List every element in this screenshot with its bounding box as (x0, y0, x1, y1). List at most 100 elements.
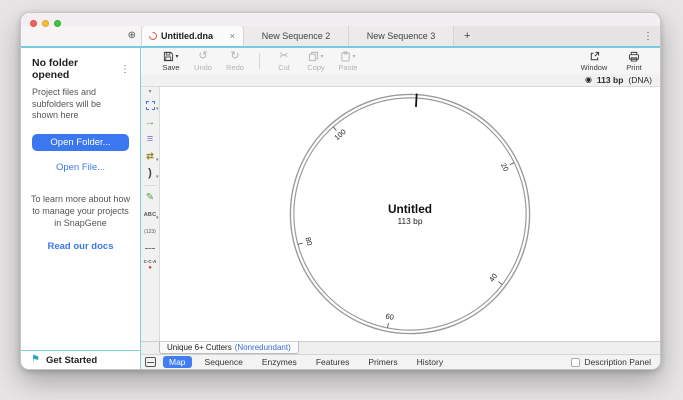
plasmid-map-canvas[interactable]: 20 40 60 80 100 Untitled 113 bp (160, 87, 660, 341)
document-tab-bar: ⊕ Untitled.dna × New Sequence 2 New Sequ… (21, 26, 660, 46)
map-options-icon[interactable]: ◉ (585, 76, 592, 84)
tab-overflow-menu-icon[interactable]: ⋮ (636, 26, 660, 46)
edit-tool-button[interactable]: ✎ (142, 190, 159, 205)
new-tab-button[interactable]: + (454, 26, 480, 46)
printer-icon (628, 51, 640, 63)
tab-new-sequence-2[interactable]: New Sequence 2 (244, 26, 349, 46)
dashed-line-tool-button[interactable] (142, 241, 159, 256)
flag-icon: ⚑ (31, 354, 40, 365)
trna-icon: C·C·A ● (143, 259, 157, 271)
svg-text:80: 80 (304, 236, 315, 246)
tab-untitled-dna[interactable]: Untitled.dna × (141, 26, 244, 46)
side-panel-toggle-icon[interactable] (145, 357, 156, 367)
close-tab-icon[interactable]: × (229, 31, 236, 41)
open-file-link[interactable]: Open File... (21, 162, 140, 173)
description-panel-label: Description Panel (584, 357, 651, 367)
svg-text:Untitled: Untitled (388, 202, 432, 216)
titlebar[interactable] (21, 13, 660, 27)
svg-text:113 bp: 113 bp (397, 216, 422, 226)
map-tool-strip: ▾ ▾ → ≡ ⇄ ▾ ) ▾ ✎ ABC ▾ (123) C·C·A ● (141, 87, 160, 341)
add-feature-tool-button[interactable]: → (142, 115, 159, 130)
tab-enzymes[interactable]: Enzymes (256, 356, 303, 368)
sidebar-intro-text: Project files and subfolders will be sho… (32, 87, 102, 121)
sidebar-menu-icon[interactable]: ⋮ (118, 64, 132, 75)
toolbar-separator (259, 53, 260, 69)
pencil-icon: ✎ (145, 191, 155, 203)
dashed-line-icon (145, 248, 155, 249)
traffic-lights (30, 20, 61, 27)
minimize-window-button[interactable] (42, 20, 49, 27)
sequence-type: (DNA) (628, 75, 652, 85)
redo-button[interactable]: ↻ Redo (219, 51, 251, 72)
scissors-icon: ✂ (279, 50, 289, 63)
print-button[interactable]: Print (618, 51, 650, 72)
tab-new-sequence-3[interactable]: New Sequence 3 (349, 26, 454, 46)
tab-label: New Sequence 3 (366, 31, 436, 41)
open-folder-button[interactable]: Open Folder... (32, 134, 129, 152)
redo-icon: ↻ (230, 50, 240, 63)
get-started-label: Get Started (45, 354, 98, 366)
plasmid-map[interactable]: 20 40 60 80 100 Untitled113 bp (160, 87, 660, 341)
selection-tool-button[interactable]: ▾ (142, 98, 159, 113)
numbering-tool-button[interactable]: (123) (142, 224, 159, 239)
abc-icon: ABC (143, 211, 157, 218)
enzyme-set-bar: Unique 6+ Cutters (Nonredundant) (141, 341, 660, 354)
enzyme-set-label: Unique 6+ Cutters (167, 343, 232, 352)
sidebar-title: No folder opened (32, 57, 79, 81)
tab-sequence[interactable]: Sequence (199, 356, 249, 368)
text-display-tool-button[interactable]: ABC ▾ (142, 207, 159, 222)
save-dropdown-icon[interactable]: ▾ (175, 54, 178, 60)
numbering-icon: (123) (144, 228, 156, 235)
view-tab-bar: Map Sequence Enzymes Features Primers Hi… (141, 354, 660, 369)
tab-history[interactable]: History (411, 356, 449, 368)
get-started-bar[interactable]: ⚑ Get Started (21, 350, 140, 369)
selection-tool-icon (145, 101, 155, 110)
svg-text:40: 40 (487, 272, 499, 284)
copy-icon (308, 51, 319, 62)
tab-label: New Sequence 2 (261, 31, 331, 41)
tab-bar-left-pane: ⊕ (21, 26, 141, 46)
primer-arrows-icon: ⇄ (146, 151, 154, 161)
translation-arc-tool-button[interactable]: ) ▾ (142, 166, 158, 181)
svg-text:20: 20 (499, 161, 511, 172)
tab-map[interactable]: Map (163, 356, 192, 368)
svg-text:60: 60 (385, 312, 395, 322)
globe-icon[interactable]: ⊕ (128, 31, 136, 41)
desktop: { "colors": { "accent_teal": "#74ccdd", … (0, 0, 683, 400)
snapgene-window: ⊕ Untitled.dna × New Sequence 2 New Sequ… (20, 12, 661, 370)
primers-tool-button[interactable]: ⇄ ▾ (142, 149, 158, 164)
save-icon (163, 51, 174, 62)
save-button[interactable]: ▾ Save (155, 51, 187, 72)
tab-features[interactable]: Features (310, 356, 356, 368)
tab-primers[interactable]: Primers (362, 356, 403, 368)
cut-button[interactable]: ✂ Cut (268, 51, 300, 72)
undo-icon: ↺ (198, 50, 208, 63)
svg-text:100: 100 (332, 127, 347, 142)
enzyme-set-tab[interactable]: Unique 6+ Cutters (Nonredundant) (159, 342, 299, 354)
paste-icon (340, 51, 351, 62)
sidebar-learn-text: To learn more about how to manage your p… (30, 194, 131, 229)
projects-sidebar: No folder opened ⋮ Project files and sub… (21, 48, 141, 369)
read-docs-link[interactable]: Read our docs (21, 241, 140, 252)
strip-collapse-icon[interactable]: ▾ (148, 89, 151, 95)
arc-icon: ) (148, 167, 152, 179)
close-window-button[interactable] (30, 20, 37, 27)
tab-label: Untitled.dna (161, 31, 213, 41)
sequence-status-bar: ◉ 113 bp (DNA) (141, 74, 660, 87)
codon-tool-button[interactable]: C·C·A ● (142, 258, 159, 273)
undo-button[interactable]: ↺ Undo (187, 51, 219, 72)
zoom-window-button[interactable] (54, 20, 61, 27)
enzyme-set-qualifier[interactable]: (Nonredundant) (235, 343, 291, 352)
copy-button[interactable]: ▾ Copy (300, 51, 332, 72)
sequence-length: 113 bp (596, 75, 624, 85)
window-button[interactable]: Window (578, 51, 610, 72)
main-toolbar: ▾ Save ↺ Undo ↻ Redo ✂ Cut ▾ Copy ▾ Past… (141, 48, 660, 74)
new-window-icon (589, 51, 600, 63)
strip-divider (143, 185, 157, 186)
description-panel-checkbox[interactable] (571, 357, 581, 367)
alignment-lines-icon: ≡ (146, 133, 154, 145)
feature-arrow-icon: → (144, 116, 156, 128)
alignment-tool-button[interactable]: ≡ (142, 132, 159, 147)
paste-button[interactable]: ▾ Paste (332, 51, 364, 72)
dna-document-icon (147, 30, 159, 42)
